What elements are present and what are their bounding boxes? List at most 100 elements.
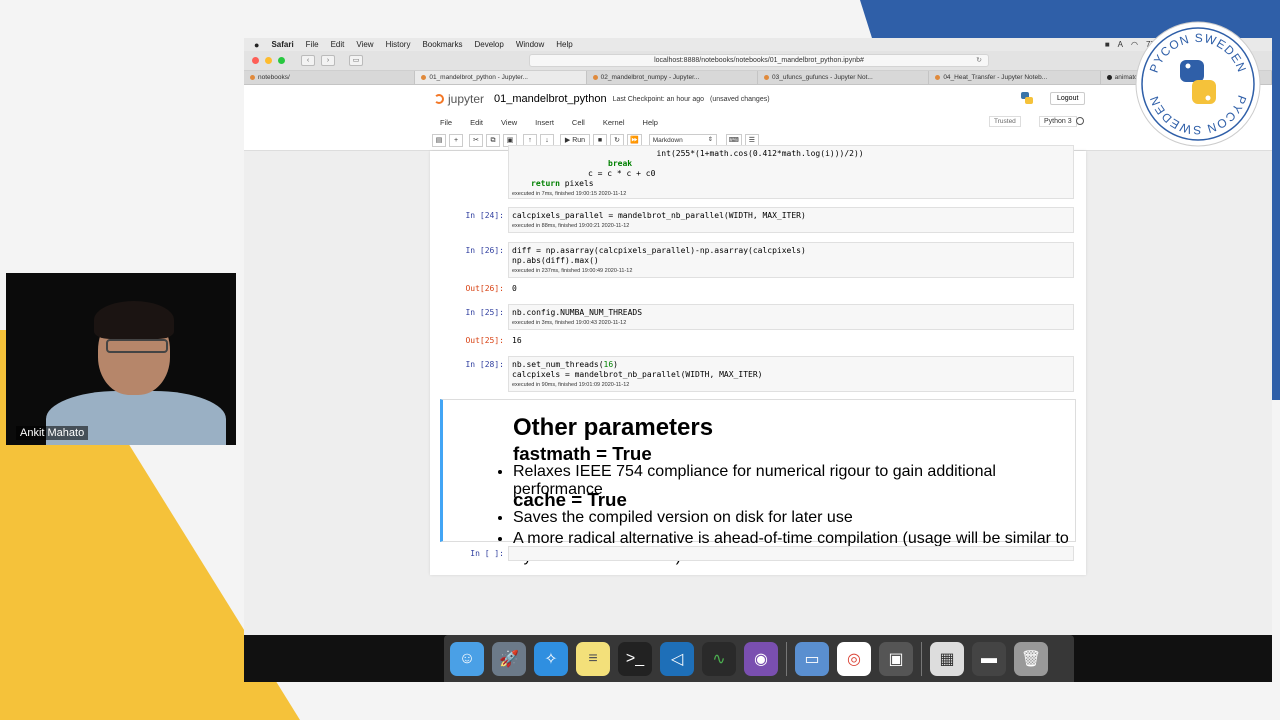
finder-icon[interactable]: ☺	[450, 641, 484, 676]
pycon-sweden-logo: PYCON SWEDEN PYCON SWEDEN	[1135, 21, 1261, 147]
menu-help[interactable]: Help	[556, 40, 572, 49]
cell-prompt: In [26]:	[465, 246, 504, 255]
jmenu-file[interactable]: File	[440, 118, 452, 127]
code-line: calcpixels = mandelbrot_nb_parallel(WIDT…	[512, 370, 763, 379]
mac-menubar: ● Safari File Edit View History Bookmark…	[244, 38, 1272, 51]
cell-prompt: In [28]:	[465, 360, 504, 369]
tab-notebooks[interactable]: notebooks/	[244, 71, 416, 84]
save-icon[interactable]: ▤	[432, 134, 446, 147]
jupyter-logo[interactable]: jupyter	[434, 92, 484, 106]
tab-ufuncs-gufuncs[interactable]: 03_ufuncs_gufuncs - Jupyter Not...	[758, 71, 930, 84]
code-cell-partial[interactable]: int(255*(1+math.cos(0.412*math.log(i)))/…	[508, 145, 1074, 199]
zoom-window-button[interactable]	[278, 57, 285, 64]
dock: ☺ 🚀 ✧ ≡ >_ ◁ ∿ ◉ ▭ ◎ ▣ ▦ ▬ 🗑	[444, 635, 1074, 682]
checkpoint-text: Last Checkpoint: an hour ago	[612, 95, 705, 103]
cell-prompt: In [ ]:	[470, 549, 504, 558]
vscode-icon[interactable]: ◁	[660, 641, 694, 676]
jmenu-view[interactable]: View	[501, 118, 517, 127]
url-text: localhost:8888/notebooks/notebooks/01_ma…	[654, 57, 864, 64]
minimize-window-button[interactable]	[265, 57, 272, 64]
python-logo-icon	[1021, 92, 1033, 104]
browser-toolbar: ‹ › ▭ localhost:8888/notebooks/notebooks…	[244, 51, 1272, 71]
dock-separator	[786, 641, 787, 676]
jmenu-cell[interactable]: Cell	[572, 118, 585, 127]
kernel-indicator[interactable]: Python 3	[1039, 116, 1077, 127]
code-cell[interactable]: diff = np.asarray(calcpixels_parallel)-n…	[508, 242, 1074, 278]
cut-icon[interactable]: ✂	[469, 134, 483, 147]
markdown-subheading: cache = True	[513, 489, 627, 510]
menu-history[interactable]: History	[386, 40, 411, 49]
markdown-cell[interactable]: Other parameters fastmath = True Relaxes…	[440, 399, 1076, 565]
trash-icon[interactable]: 🗑	[1014, 641, 1048, 676]
back-icon[interactable]: ‹	[301, 55, 315, 66]
jmenu-help[interactable]: Help	[643, 118, 658, 127]
code-line: break	[608, 159, 633, 168]
jupyter-favicon-icon	[935, 75, 941, 80]
output-value: 16	[512, 336, 522, 345]
unsaved-text: (unsaved changes)	[710, 95, 770, 103]
output-value: 0	[512, 284, 517, 293]
code-cell[interactable]: nb.config.NUMBA_NUM_THREADS executed in …	[508, 304, 1074, 330]
jmenu-insert[interactable]: Insert	[535, 118, 554, 127]
tab-mandelbrot-numpy[interactable]: 02_mandelbrot_numpy - Jupyter...	[587, 71, 758, 84]
reload-icon[interactable]: ↻	[976, 55, 982, 66]
notebook-name[interactable]: 01_mandelbrot_python	[494, 93, 607, 105]
code-line: int(255*(1+math.cos(0.412*math.log(i)))/…	[512, 149, 864, 158]
sidebar-icon[interactable]: ▭	[349, 55, 363, 66]
exec-info: executed in 7ms, finished 19:00:15 2020-…	[512, 191, 627, 197]
menu-view[interactable]: View	[356, 40, 373, 49]
close-window-button[interactable]	[252, 57, 259, 64]
copy-icon[interactable]: ⧉	[486, 134, 500, 147]
logout-button[interactable]: Logout	[1050, 92, 1086, 105]
insert-cell-icon[interactable]: +	[449, 134, 463, 147]
a-icon[interactable]: A	[1118, 40, 1123, 49]
jmenu-kernel[interactable]: Kernel	[603, 118, 625, 127]
jupyter-menubar: File Edit View Insert Cell Kernel Help T…	[244, 113, 1272, 131]
mac-screen: ● Safari File Edit View History Bookmark…	[244, 38, 1272, 682]
tab-mandelbrot-python[interactable]: 01_mandelbrot_python - Jupyter...	[415, 71, 587, 84]
jmenu-edit[interactable]: Edit	[470, 118, 483, 127]
notebook-area: int(255*(1+math.cos(0.412*math.log(i)))/…	[244, 145, 1272, 635]
menu-file[interactable]: File	[306, 40, 319, 49]
menu-bookmarks[interactable]: Bookmarks	[422, 40, 462, 49]
speaker-hair	[94, 301, 174, 339]
speaker-name-label: Ankit Mahato	[16, 426, 89, 440]
minimized-window-icon[interactable]: ▬	[972, 641, 1006, 676]
notes-icon[interactable]: ≡	[576, 641, 610, 676]
background-blue-strip	[1272, 40, 1280, 400]
menu-app-name[interactable]: Safari	[271, 40, 293, 49]
menu-develop[interactable]: Develop	[474, 40, 503, 49]
launchpad-icon[interactable]: 🚀	[492, 641, 526, 676]
safari-icon[interactable]: ✧	[534, 641, 568, 676]
code-cell[interactable]: nb.set_num_threads(16) calcpixels = mand…	[508, 356, 1074, 392]
chrome-icon[interactable]: ◎	[837, 641, 871, 676]
code-line: nb.config.NUMBA_NUM_THREADS	[512, 308, 643, 317]
address-bar[interactable]: localhost:8888/notebooks/notebooks/01_ma…	[529, 54, 989, 67]
activity-monitor-icon[interactable]: ∿	[702, 641, 736, 676]
tab-heat-transfer[interactable]: 04_Heat_Transfer - Jupyter Noteb...	[929, 71, 1101, 84]
camera-icon[interactable]: ■	[1105, 40, 1110, 49]
speaker-glasses	[106, 339, 168, 353]
cell-prompt: In [24]:	[465, 211, 504, 220]
folder-icon[interactable]: ▦	[930, 641, 964, 676]
empty-code-cell[interactable]	[508, 546, 1074, 561]
jupyter-favicon-icon	[421, 75, 427, 80]
notebook-container: int(255*(1+math.cos(0.412*math.log(i)))/…	[430, 145, 1086, 575]
code-line: np.abs(diff).max()	[512, 256, 599, 265]
github-desktop-icon[interactable]: ◉	[744, 641, 778, 676]
code-cell[interactable]: calcpixels_parallel = mandelbrot_nb_para…	[508, 207, 1074, 233]
markdown-subheading: fastmath = True	[513, 443, 652, 464]
terminal-icon[interactable]: >_	[618, 641, 652, 676]
screenshot-icon[interactable]: ▣	[879, 641, 913, 676]
code-line: diff = np.asarray(calcpixels_parallel)-n…	[512, 246, 806, 255]
menu-edit[interactable]: Edit	[331, 40, 345, 49]
apple-icon[interactable]: ●	[254, 40, 259, 50]
menu-window[interactable]: Window	[516, 40, 544, 49]
exec-info: executed in 3ms, finished 19:00:43 2020-…	[512, 320, 627, 326]
jupyter-ring-icon	[434, 94, 444, 104]
jupyter-favicon-icon	[763, 75, 769, 80]
keynote-icon[interactable]: ▭	[795, 641, 829, 676]
forward-icon[interactable]: ›	[321, 55, 335, 66]
code-line: nb.set_num_threads(16)	[512, 360, 618, 369]
trusted-indicator[interactable]: Trusted	[989, 116, 1021, 127]
